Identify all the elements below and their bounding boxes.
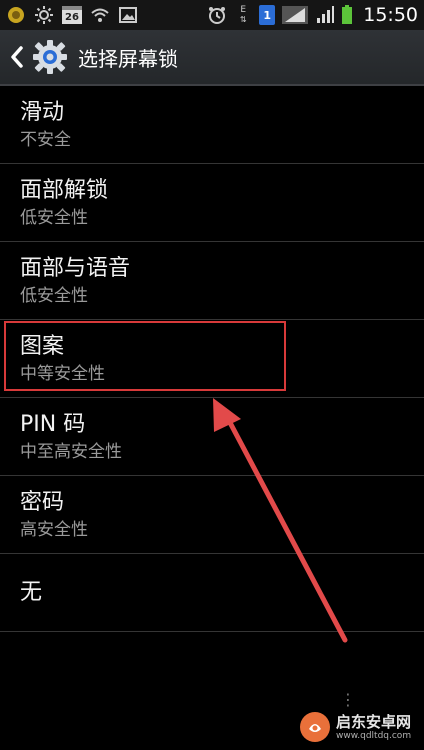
watermark-name: 启东安卓网 [336, 712, 412, 731]
page-indicator: ⋮ [340, 690, 358, 709]
annotation-arrow-icon [213, 398, 348, 643]
watermark: 启东安卓网 www.qdltdq.com [300, 712, 411, 742]
watermark-logo-icon [300, 712, 330, 742]
watermark-url: www.qdltdq.com [336, 730, 412, 741]
